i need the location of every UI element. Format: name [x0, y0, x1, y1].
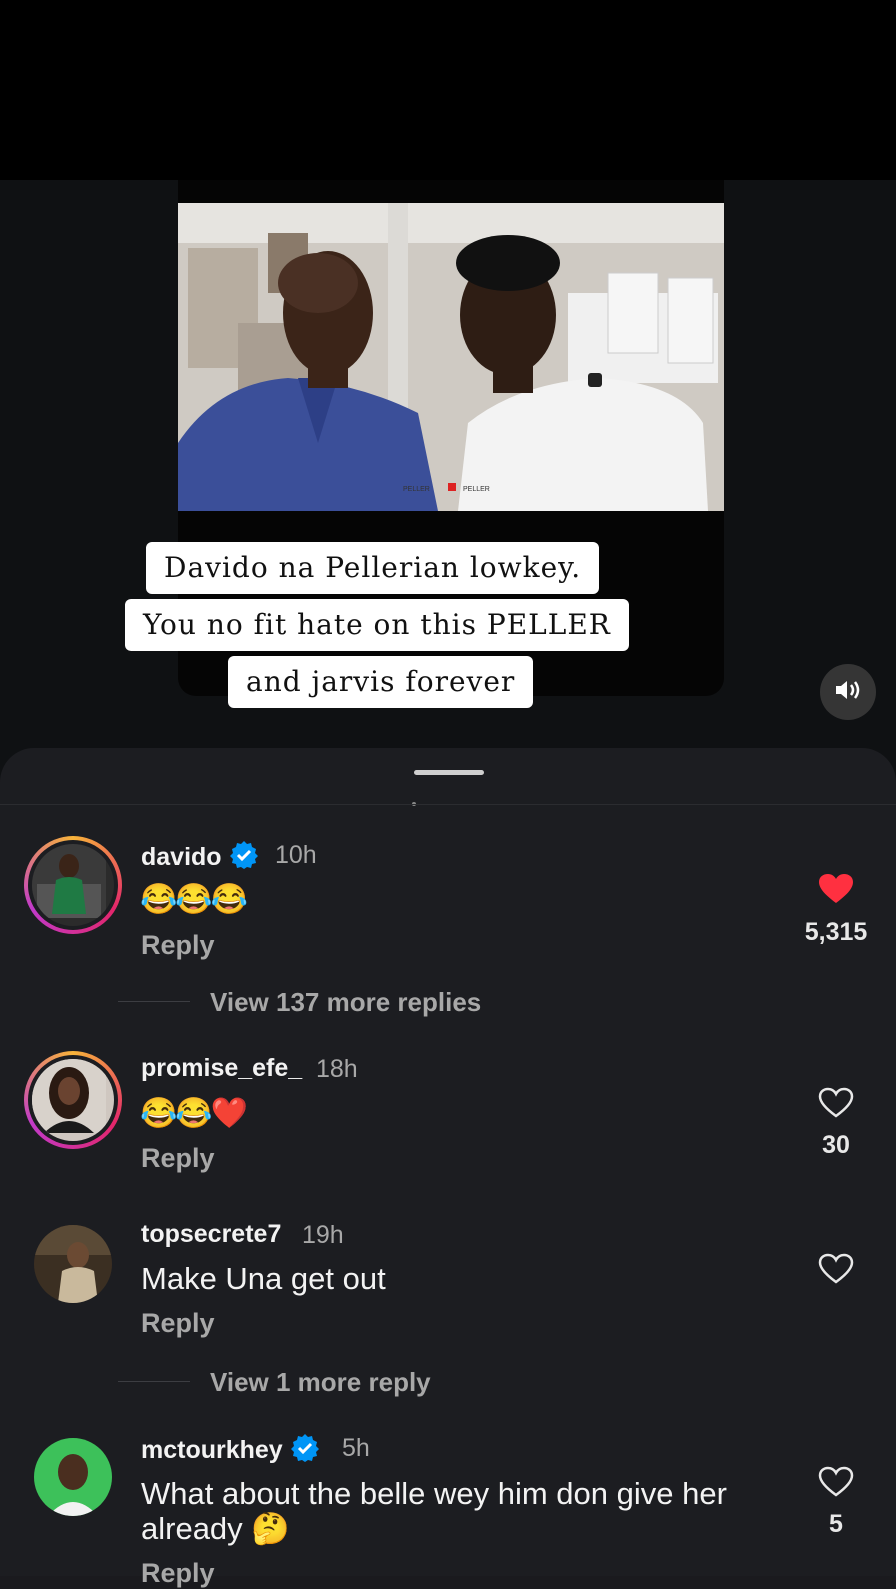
verified-badge-icon — [229, 840, 259, 877]
video-frame[interactable]: PELLER PELLER — [178, 203, 724, 511]
comment-username[interactable]: promise_efe_ — [141, 1054, 302, 1083]
replies-line — [118, 1001, 190, 1002]
avatar-topsecrete7[interactable] — [34, 1225, 112, 1303]
frame-label-1: PELLER — [403, 486, 430, 493]
comment-username[interactable]: topsecrete7 — [141, 1220, 281, 1249]
like-count: 30 — [822, 1131, 850, 1159]
sheet-drag-handle[interactable] — [414, 770, 484, 775]
comment-time: 19h — [302, 1221, 344, 1249]
avatar-davido[interactable] — [24, 836, 122, 934]
caption-line-2: You no fit hate on this PELLER — [125, 599, 629, 651]
comment-time: 18h — [316, 1055, 358, 1083]
reply-button[interactable]: Reply — [141, 930, 215, 961]
comment-text: 😂😂❤️ — [140, 1097, 248, 1130]
sheet-divider — [0, 804, 896, 805]
username-text[interactable]: davido — [141, 843, 222, 871]
heart-outline-icon[interactable] — [818, 1087, 854, 1124]
comment-username[interactable]: davido — [141, 840, 259, 877]
like-count: 5 — [829, 1510, 843, 1538]
replies-line — [118, 1381, 190, 1382]
top-black-bar — [0, 0, 896, 180]
speaker-icon — [834, 678, 862, 707]
reply-button[interactable]: Reply — [141, 1308, 215, 1339]
comments-sheet — [0, 748, 896, 1576]
comment-text: Make Una get out — [141, 1261, 386, 1296]
username-text[interactable]: mctourkhey — [141, 1436, 283, 1464]
comment-text: 😂😂😂 — [140, 883, 248, 916]
caption-line-1: Davido na Pellerian lowkey. — [146, 542, 600, 594]
view-more-replies-button[interactable]: View 137 more replies — [210, 987, 481, 1018]
view-more-replies-button[interactable]: View 1 more reply — [210, 1367, 431, 1398]
heart-outline-icon[interactable] — [818, 1466, 854, 1503]
avatar-mctourkhey[interactable] — [34, 1438, 112, 1516]
sound-toggle-button[interactable] — [820, 664, 876, 720]
comment-text-line-1: What about the belle wey him don give he… — [141, 1476, 727, 1511]
reply-button[interactable]: Reply — [141, 1143, 215, 1174]
heart-filled-icon[interactable] — [818, 873, 854, 910]
comment-time: 5h — [342, 1434, 370, 1462]
comment-text-line-2: already 🤔 — [141, 1511, 290, 1546]
caption-line-3: and jarvis forever — [228, 656, 534, 708]
comment-username[interactable]: mctourkhey — [141, 1433, 320, 1470]
heart-outline-icon[interactable] — [818, 1253, 854, 1290]
reply-button[interactable]: Reply — [141, 1558, 215, 1589]
like-count: 5,315 — [804, 918, 868, 946]
avatar-promise-efe[interactable] — [24, 1051, 122, 1149]
frame-label-2: PELLER — [463, 486, 490, 493]
verified-badge-icon — [290, 1433, 320, 1470]
comment-time: 10h — [275, 841, 317, 869]
